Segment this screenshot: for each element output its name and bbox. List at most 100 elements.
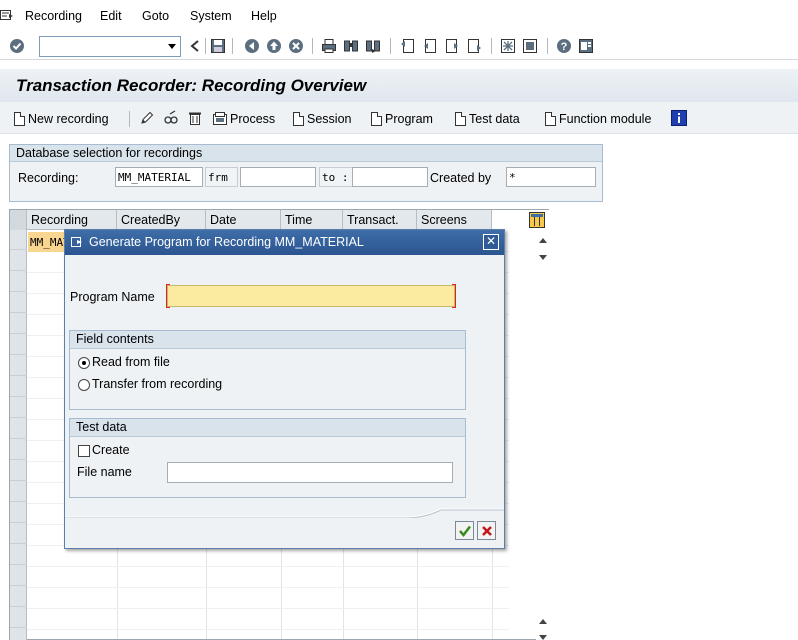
column-header-time[interactable]: Time — [281, 210, 343, 230]
system-menu-icon[interactable] — [0, 8, 14, 22]
row-selector[interactable] — [10, 419, 27, 439]
enter-icon[interactable] — [9, 38, 25, 54]
session-button[interactable]: Session — [293, 110, 351, 128]
document-icon — [545, 112, 556, 126]
document-icon — [293, 112, 304, 126]
exit-icon[interactable] — [266, 38, 282, 54]
row-selector[interactable] — [10, 377, 27, 397]
toolbar-divider — [312, 38, 313, 54]
new-recording-button[interactable]: New recording — [14, 110, 109, 128]
scroll-down-icon[interactable] — [539, 635, 547, 640]
cancel-x-icon — [481, 525, 492, 536]
column-header-recording[interactable]: Recording — [27, 210, 117, 230]
close-icon[interactable]: ✕ — [483, 234, 499, 250]
menu-bar: Recording Edit Goto System Help — [0, 0, 798, 32]
row-selector[interactable] — [10, 608, 27, 628]
function-module-label: Function module — [559, 112, 652, 126]
continue-button[interactable] — [455, 521, 474, 540]
row-selector[interactable] — [10, 314, 27, 334]
document-icon — [371, 112, 382, 126]
row-selector[interactable] — [10, 440, 27, 460]
row-selector[interactable] — [10, 398, 27, 418]
display-icon[interactable] — [163, 110, 179, 126]
created-by-field[interactable]: * — [506, 167, 596, 187]
database-selection-header: Database selection for recordings — [10, 145, 602, 162]
find-icon[interactable] — [343, 38, 359, 54]
required-marker-left — [166, 284, 170, 308]
row-selector[interactable] — [10, 293, 27, 313]
shortcut-icon[interactable] — [522, 38, 538, 54]
application-toolbar: New recording Process Session Program Te… — [0, 102, 798, 134]
row-selector[interactable] — [10, 524, 27, 544]
cancel-button[interactable] — [477, 521, 496, 540]
program-name-input[interactable] — [166, 284, 456, 308]
row-selector[interactable] — [10, 251, 27, 271]
row-selector[interactable] — [10, 587, 27, 607]
select-all-corner[interactable] — [10, 210, 27, 230]
create-label: Create — [92, 443, 130, 457]
menu-help[interactable]: Help — [251, 9, 277, 23]
page-title: Transaction Recorder: Recording Overview — [16, 76, 367, 95]
process-icon — [213, 112, 227, 125]
row-selector[interactable] — [10, 272, 27, 292]
column-header-transaction[interactable]: Transact. — [343, 210, 417, 230]
cancel-icon[interactable] — [288, 38, 304, 54]
chevron-down-icon[interactable] — [168, 44, 176, 49]
next-page-icon[interactable] — [444, 38, 460, 54]
find-next-icon[interactable] — [365, 38, 381, 54]
process-label: Process — [230, 112, 276, 126]
file-name-input[interactable] — [167, 462, 453, 483]
to-field[interactable] — [352, 167, 428, 187]
menu-edit[interactable]: Edit — [100, 9, 122, 23]
first-page-icon[interactable] — [400, 38, 416, 54]
session-label: Session — [307, 112, 352, 126]
back-arrow-icon[interactable] — [187, 38, 203, 54]
scroll-down-icon[interactable] — [539, 255, 547, 260]
row-selector[interactable] — [10, 335, 27, 355]
last-page-icon[interactable] — [466, 38, 482, 54]
recording-field[interactable]: MM_MATERIAL — [115, 167, 203, 187]
process-button[interactable]: Process — [212, 110, 275, 128]
create-checkbox[interactable] — [78, 445, 90, 457]
save-icon[interactable] — [210, 38, 226, 54]
scroll-up-icon[interactable] — [539, 238, 547, 243]
info-icon[interactable] — [671, 110, 687, 126]
menu-goto[interactable]: Goto — [142, 9, 169, 23]
menu-system[interactable]: System — [190, 9, 232, 23]
previous-page-icon[interactable] — [422, 38, 438, 54]
row-selector[interactable] — [10, 356, 27, 376]
create-session-icon[interactable] — [500, 38, 516, 54]
column-layout-icon[interactable] — [529, 212, 545, 228]
function-module-button[interactable]: Function module — [545, 110, 651, 128]
vertical-scrollbar[interactable] — [536, 210, 550, 640]
read-from-file-radio[interactable] — [78, 357, 90, 369]
row-selector[interactable] — [10, 482, 27, 502]
column-header-date[interactable]: Date — [206, 210, 281, 230]
program-button[interactable]: Program — [371, 110, 433, 128]
row-selector[interactable] — [10, 566, 27, 586]
column-header-createdby[interactable]: CreatedBy — [117, 210, 206, 230]
from-label: frm — [208, 171, 228, 184]
layout-menu-icon[interactable] — [578, 38, 594, 54]
command-field[interactable] — [39, 36, 181, 57]
row-selector[interactable] — [10, 230, 27, 250]
pencil-icon[interactable] — [139, 110, 155, 126]
test-data-button[interactable]: Test data — [455, 110, 520, 128]
column-header-screens[interactable]: Screens — [417, 210, 492, 230]
menu-recording[interactable]: Recording — [25, 9, 82, 23]
required-marker-right — [452, 284, 456, 308]
transfer-from-recording-radio[interactable] — [78, 379, 90, 391]
transfer-from-recording-label: Transfer from recording — [92, 377, 223, 391]
row-selector[interactable] — [10, 503, 27, 523]
checkmark-icon — [458, 525, 471, 537]
scroll-up-icon[interactable] — [539, 619, 547, 624]
back-icon[interactable] — [244, 38, 260, 54]
row-selector[interactable] — [10, 461, 27, 481]
help-icon[interactable]: ? — [556, 38, 572, 54]
print-icon[interactable] — [321, 38, 337, 54]
toolbar-divider — [129, 111, 130, 127]
trash-icon[interactable] — [187, 110, 203, 126]
dialog-title: Generate Program for Recording MM_MATERI… — [89, 235, 364, 249]
from-field[interactable] — [240, 167, 316, 187]
row-selector[interactable] — [10, 545, 27, 565]
